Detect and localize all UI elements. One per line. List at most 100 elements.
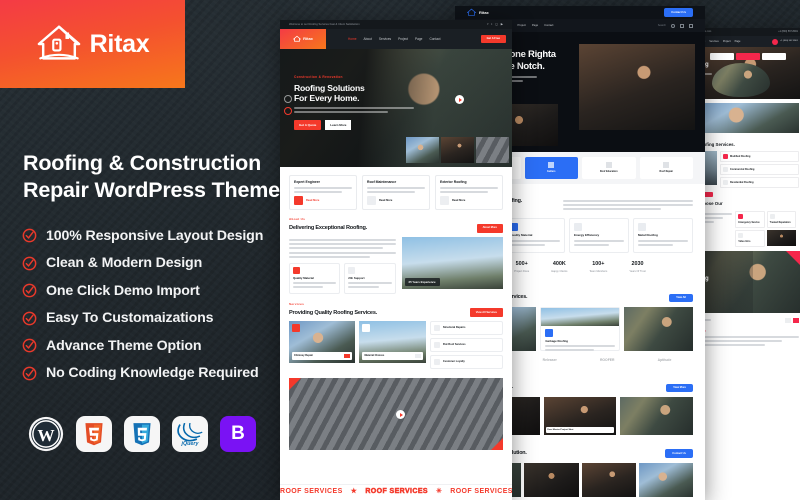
dark-service-tile-2: Garbage Roofing — [545, 339, 569, 344]
house-icon — [467, 8, 476, 16]
gutter-icon — [548, 162, 555, 169]
hero-buttons[interactable]: Get A Quote Learn More — [294, 120, 414, 130]
hero-thumb-1[interactable] — [406, 137, 439, 163]
service-list-2[interactable]: Flat Roof Services — [443, 343, 466, 347]
theme-preview-stage: info@roofingritax.com +1 (800) 567-8901 … — [270, 0, 800, 500]
hero-thumbnails[interactable] — [406, 137, 509, 163]
dark-nav-contact[interactable]: Contact — [544, 24, 553, 28]
stat-value: 400K — [552, 260, 566, 267]
hero-thumb-3[interactable] — [476, 137, 509, 163]
tab-commercial[interactable] — [710, 53, 734, 60]
tab-label: Roof Repair — [659, 170, 674, 174]
red-why-2: Trusted Reputation — [769, 221, 791, 224]
play-icon — [738, 232, 744, 238]
search-icon[interactable] — [671, 23, 675, 28]
services-button[interactable]: View All Services — [469, 308, 503, 317]
main-nav-items[interactable]: Home About Services Project Page Contact — [348, 37, 440, 42]
about-button[interactable]: About More — [476, 223, 503, 233]
tab-label: Roof Education — [599, 170, 618, 174]
hero-title-1: Roofing Solutions — [294, 82, 365, 93]
youtube-icon[interactable]: ▶ — [501, 22, 503, 26]
cart-icon[interactable] — [680, 23, 684, 28]
tab-reroofing[interactable] — [762, 53, 786, 60]
nav-about[interactable]: About — [364, 37, 372, 42]
wordpress-icon: W — [28, 416, 64, 452]
tab-residential[interactable] — [736, 53, 760, 60]
main-navbar[interactable]: Ritax Home About Services Project Page C… — [280, 29, 512, 49]
service-card-title: Expert Engineer — [294, 180, 321, 184]
stat-value: 2030 — [631, 260, 644, 267]
marquee-text: ROOF SERVICES — [450, 488, 512, 496]
jquery-badge: jQuery — [172, 416, 208, 452]
red-service-3[interactable]: Residential Roofing — [730, 181, 753, 185]
arrow-icon[interactable] — [344, 353, 351, 358]
red-service-2[interactable]: Commercial Roofing — [730, 168, 754, 172]
next-arrow-icon[interactable] — [793, 317, 799, 323]
check-circle-icon — [22, 256, 37, 271]
red-nav-project[interactable]: Project — [723, 40, 731, 44]
arrow-icon[interactable] — [414, 353, 421, 358]
play-button-icon[interactable] — [455, 95, 464, 104]
headline-line-1: Roofing & Construction — [23, 151, 262, 175]
instagram-icon[interactable]: ◻ — [495, 22, 498, 26]
dark-search-input[interactable]: Search — [658, 24, 666, 28]
stat-label: Project Done — [514, 269, 530, 273]
nav-project[interactable]: Project — [398, 37, 408, 42]
twitter-icon[interactable]: t — [491, 22, 492, 26]
phone-icon — [771, 38, 778, 45]
nav-page[interactable]: Page — [415, 37, 422, 42]
dark-services-button[interactable]: View All — [669, 293, 693, 303]
service-card-link[interactable]: Read More — [306, 199, 319, 203]
dark-about-card-2: Energy Efficiency — [574, 233, 600, 238]
stat-item: 400K Happy Clients — [551, 261, 567, 274]
service-card-link[interactable]: Read More — [452, 199, 465, 203]
dark-contact-button[interactable]: Contact Us — [664, 7, 693, 18]
dark-project-caption: Over Master Project Shot — [545, 427, 615, 434]
tab-gutters[interactable]: Gutters — [524, 157, 578, 179]
menu-icon[interactable] — [689, 23, 693, 28]
service-list-1[interactable]: Structural Repairs — [443, 326, 466, 330]
nav-home[interactable]: Home — [348, 37, 357, 42]
service-list-3[interactable]: Customer Loyalty — [443, 360, 465, 364]
stat-item: 2030 Years Of Trust — [629, 261, 645, 274]
dark-project-button[interactable]: View More — [666, 383, 693, 393]
service-tile-label: Material Choices — [364, 354, 385, 358]
maintenance-icon — [367, 196, 376, 206]
main-services-section: Services Providing Quality Roofing Servi… — [280, 294, 512, 369]
wordpress-badge: W — [28, 416, 64, 452]
red-video-thumb[interactable] — [766, 229, 796, 246]
red-nav-services[interactable]: Services — [709, 40, 719, 44]
main-nav-cta[interactable]: Get A Free — [480, 34, 506, 44]
check-circle-icon — [22, 228, 37, 243]
tab-label: Gutters — [546, 170, 556, 174]
building-icon — [723, 167, 728, 173]
main-feature-banner — [280, 369, 512, 450]
dark-nav-page[interactable]: Page — [532, 24, 538, 28]
facebook-icon[interactable]: f — [488, 22, 489, 26]
service-card[interactable]: Roof Maintenance Read More — [362, 175, 430, 211]
list-item: One Click Demo Import — [22, 277, 297, 305]
list-item: Clean & Modern Design — [22, 250, 297, 278]
red-tabs[interactable] — [710, 53, 786, 60]
tab-roof-repair-b[interactable]: Roof Repair — [639, 157, 693, 179]
red-nav-page[interactable]: Page — [735, 40, 741, 44]
dark-cta-button[interactable]: Contact Us — [665, 449, 693, 459]
feature-label: Advance Theme Option — [46, 337, 202, 354]
stat-label: Happy Clients — [551, 269, 568, 273]
service-tile-2[interactable]: Material Choices — [359, 320, 426, 363]
hero-thumb-2[interactable] — [441, 137, 474, 163]
service-card-link[interactable]: Read More — [379, 199, 392, 203]
nav-services[interactable]: Services — [379, 37, 391, 42]
dark-nav-project[interactable]: Project — [518, 24, 526, 28]
red-service-1[interactable]: Modified Roofing — [730, 155, 750, 159]
nav-contact[interactable]: Contact — [429, 37, 440, 42]
hero-secondary-button[interactable]: Learn More — [325, 120, 352, 130]
tab-roof-education[interactable]: Roof Education — [582, 157, 636, 179]
red-hero-photo — [712, 63, 770, 97]
flatroof-icon — [433, 341, 440, 348]
service-card[interactable]: Exterior Roofing Read More — [435, 175, 503, 211]
play-icon[interactable] — [399, 412, 403, 417]
prev-arrow-icon[interactable] — [785, 317, 791, 323]
tile-icon — [362, 323, 371, 332]
repair-icon — [663, 162, 670, 169]
